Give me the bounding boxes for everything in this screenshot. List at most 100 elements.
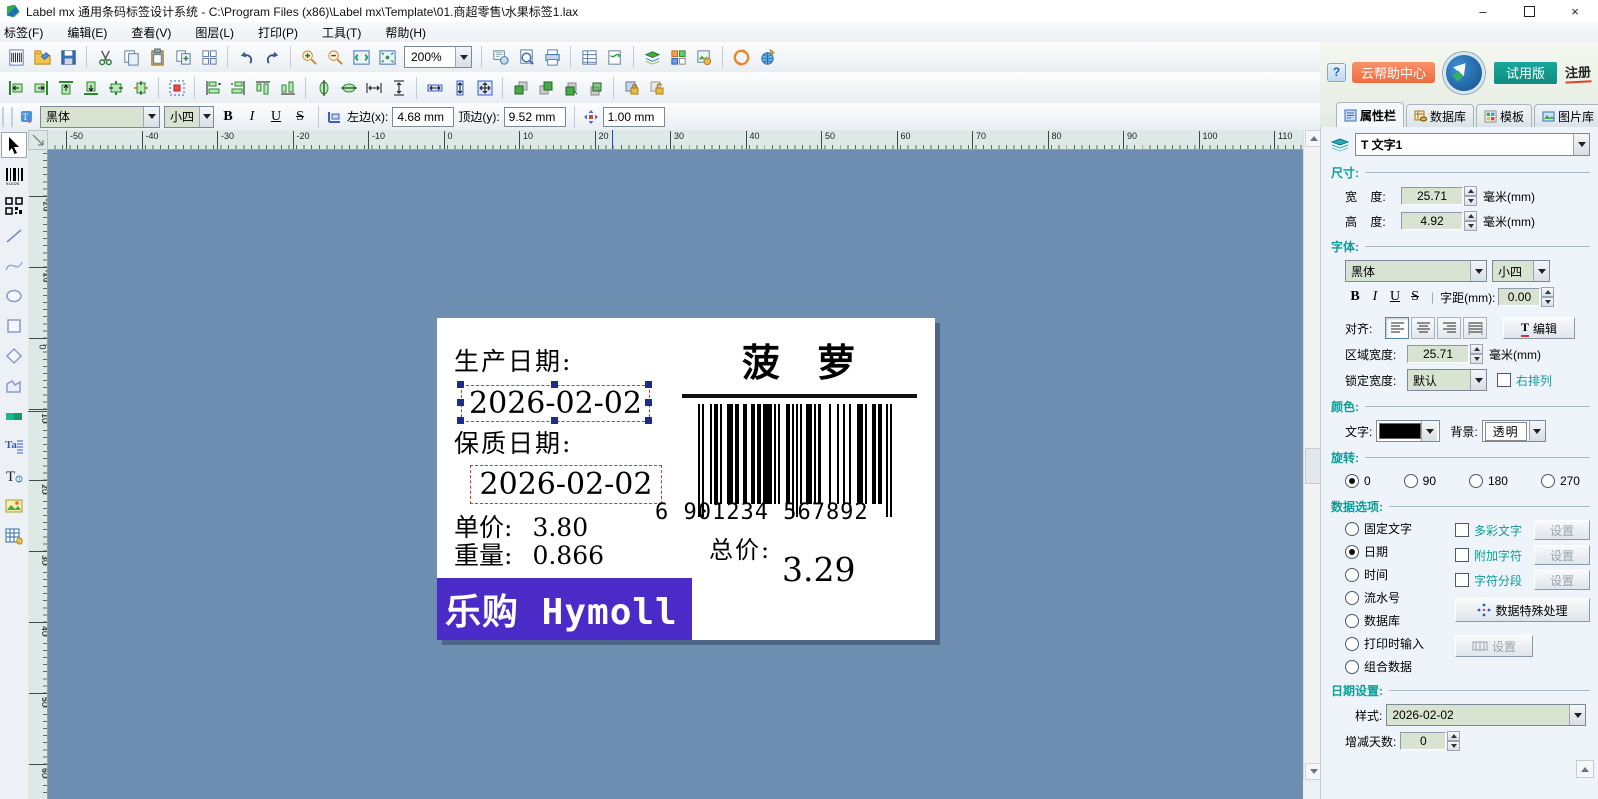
lock-width-select[interactable]: 默认 — [1407, 369, 1487, 391]
days-offset-field[interactable]: 0 — [1400, 732, 1446, 750]
text-color-select[interactable] — [1376, 420, 1440, 442]
width-field[interactable]: 25.71 — [1401, 187, 1463, 205]
char-spacing-spinner[interactable] — [1541, 287, 1554, 307]
menu-edit[interactable]: 编辑(E) — [65, 23, 109, 42]
title-rule[interactable] — [682, 394, 917, 398]
rect-tool[interactable] — [2, 314, 26, 338]
zoom-out-icon[interactable] — [323, 45, 347, 69]
height-field[interactable]: 4.92 — [1401, 212, 1463, 230]
tab-templates[interactable]: 模板 — [1476, 104, 1532, 127]
label-page[interactable]: 生产日期: 2026-02-02 保质日期: 2026-02-02 单价:3.8… — [437, 318, 935, 640]
same-height-icon[interactable] — [448, 76, 471, 99]
menu-label[interactable]: 标签(F) — [2, 23, 45, 42]
cloud-help-button[interactable]: 云帮助中心 — [1352, 62, 1435, 83]
multi-copy-icon[interactable] — [197, 45, 221, 69]
toolbar-grip[interactable] — [2, 107, 13, 127]
append-chars-checkbox[interactable] — [1455, 548, 1469, 562]
lock-width-arrow[interactable] — [1470, 370, 1486, 390]
date-style-arrow[interactable] — [1569, 705, 1585, 725]
align-bottom-icon[interactable] — [79, 76, 102, 99]
italic-button[interactable]: I — [242, 109, 262, 125]
font-family-arrow[interactable] — [143, 107, 159, 127]
lock-icon[interactable] — [620, 76, 643, 99]
radio-combined-data[interactable]: 组合数据 — [1345, 658, 1455, 675]
paragraph-text-tool[interactable]: Ta — [2, 434, 26, 458]
layer-manager-icon[interactable] — [640, 45, 664, 69]
paste-icon[interactable] — [145, 45, 169, 69]
left-x-field[interactable]: 4.68 mm — [392, 107, 454, 127]
nudge-step-field[interactable]: 1.00 mm — [603, 107, 665, 127]
data-table-icon[interactable] — [577, 45, 601, 69]
align-left-button[interactable] — [1385, 317, 1409, 339]
width-spinner[interactable] — [1464, 186, 1477, 206]
close-button[interactable]: × — [1552, 0, 1598, 22]
distribute-top-icon[interactable] — [251, 76, 274, 99]
radio-date[interactable]: 日期 — [1345, 543, 1455, 560]
radio-database[interactable]: 数据库 — [1345, 612, 1455, 629]
print-setup-icon[interactable] — [488, 45, 512, 69]
rotate-270[interactable]: 270 — [1541, 474, 1580, 488]
align-right-icon[interactable] — [29, 76, 52, 99]
curve-tool[interactable] — [2, 254, 26, 278]
new-label-icon[interactable] — [4, 45, 28, 69]
area-width-field[interactable]: 25.71 — [1407, 345, 1469, 363]
print-icon[interactable] — [540, 45, 564, 69]
distribute-bottom-icon[interactable] — [276, 76, 299, 99]
unlock-icon[interactable] — [645, 76, 668, 99]
distribute-right-icon[interactable] — [226, 76, 249, 99]
tab-properties[interactable]: 属性栏 — [1336, 102, 1404, 127]
panel-underline-button[interactable]: U — [1385, 289, 1405, 305]
template-library-icon[interactable] — [666, 45, 690, 69]
same-width-icon[interactable] — [423, 76, 446, 99]
diamond-tool[interactable] — [2, 344, 26, 368]
bg-color-arrow[interactable] — [1529, 421, 1545, 441]
help-icon[interactable]: ? — [1327, 63, 1346, 82]
selection-handle[interactable] — [457, 417, 464, 424]
image-tool[interactable] — [2, 494, 26, 518]
distribute-left-icon[interactable] — [201, 76, 224, 99]
panel-bold-button[interactable]: B — [1345, 289, 1365, 305]
height-spinner[interactable] — [1464, 211, 1477, 231]
store-banner[interactable]: 乐购 Hymoll — [437, 578, 692, 640]
vertical-ruler[interactable]: -20-100102030405060 — [28, 150, 48, 799]
trial-button[interactable]: 试用版 — [1494, 62, 1557, 84]
serial-number-icon[interactable] — [603, 45, 627, 69]
selection-handle[interactable] — [457, 399, 464, 406]
text-color-arrow[interactable] — [1421, 421, 1437, 441]
update-icon[interactable] — [729, 45, 753, 69]
image-import-icon[interactable] — [692, 45, 716, 69]
fit-width-icon[interactable] — [375, 45, 399, 69]
equal-v-spacing-icon[interactable] — [387, 76, 410, 99]
equal-h-spacing-icon[interactable] — [362, 76, 385, 99]
zoom-in-icon[interactable] — [297, 45, 321, 69]
char-segment-checkbox[interactable] — [1455, 573, 1469, 587]
combined-settings-button[interactable]: 设置 — [1455, 635, 1533, 657]
canvas-vscrollbar[interactable] — [1303, 130, 1321, 780]
save-icon[interactable] — [56, 45, 80, 69]
font-size-arrow[interactable] — [199, 107, 213, 127]
horizontal-ruler[interactable]: -50-40-30-20-100102030405060708090100110… — [48, 130, 1303, 150]
register-link[interactable]: 注册 — [1564, 61, 1591, 83]
multicolor-settings-button[interactable]: 设置 — [1534, 520, 1590, 540]
table-tool[interactable] — [2, 524, 26, 548]
object-selector-arrow[interactable] — [1573, 134, 1589, 155]
align-center-v-icon[interactable] — [129, 76, 152, 99]
print-preview-icon[interactable] — [514, 45, 538, 69]
same-size-icon[interactable] — [473, 76, 496, 99]
append-chars-settings-button[interactable]: 设置 — [1534, 545, 1590, 565]
menu-layer[interactable]: 图层(L) — [193, 23, 236, 42]
rotate-180[interactable]: 180 — [1469, 474, 1508, 488]
panel-font-select[interactable]: 黑体 — [1345, 260, 1487, 282]
fill-gradient-tool[interactable] — [2, 404, 26, 428]
text-tool[interactable]: T1 — [2, 464, 26, 488]
ruler-origin-toggle[interactable] — [28, 130, 48, 150]
tab-images[interactable]: 图片库 — [1534, 104, 1598, 127]
right-arrange-checkbox[interactable] — [1497, 373, 1511, 387]
char-segment-settings-button[interactable]: 设置 — [1534, 570, 1590, 590]
expiry-date-label[interactable]: 保质日期: — [454, 424, 572, 460]
panel-scroll-up[interactable] — [1576, 760, 1594, 778]
font-size-select[interactable]: 小四 — [164, 106, 214, 128]
multicolor-text-checkbox[interactable] — [1455, 523, 1469, 537]
menu-print[interactable]: 打印(P) — [256, 23, 300, 42]
radio-print-input[interactable]: 打印时输入 — [1345, 635, 1455, 652]
